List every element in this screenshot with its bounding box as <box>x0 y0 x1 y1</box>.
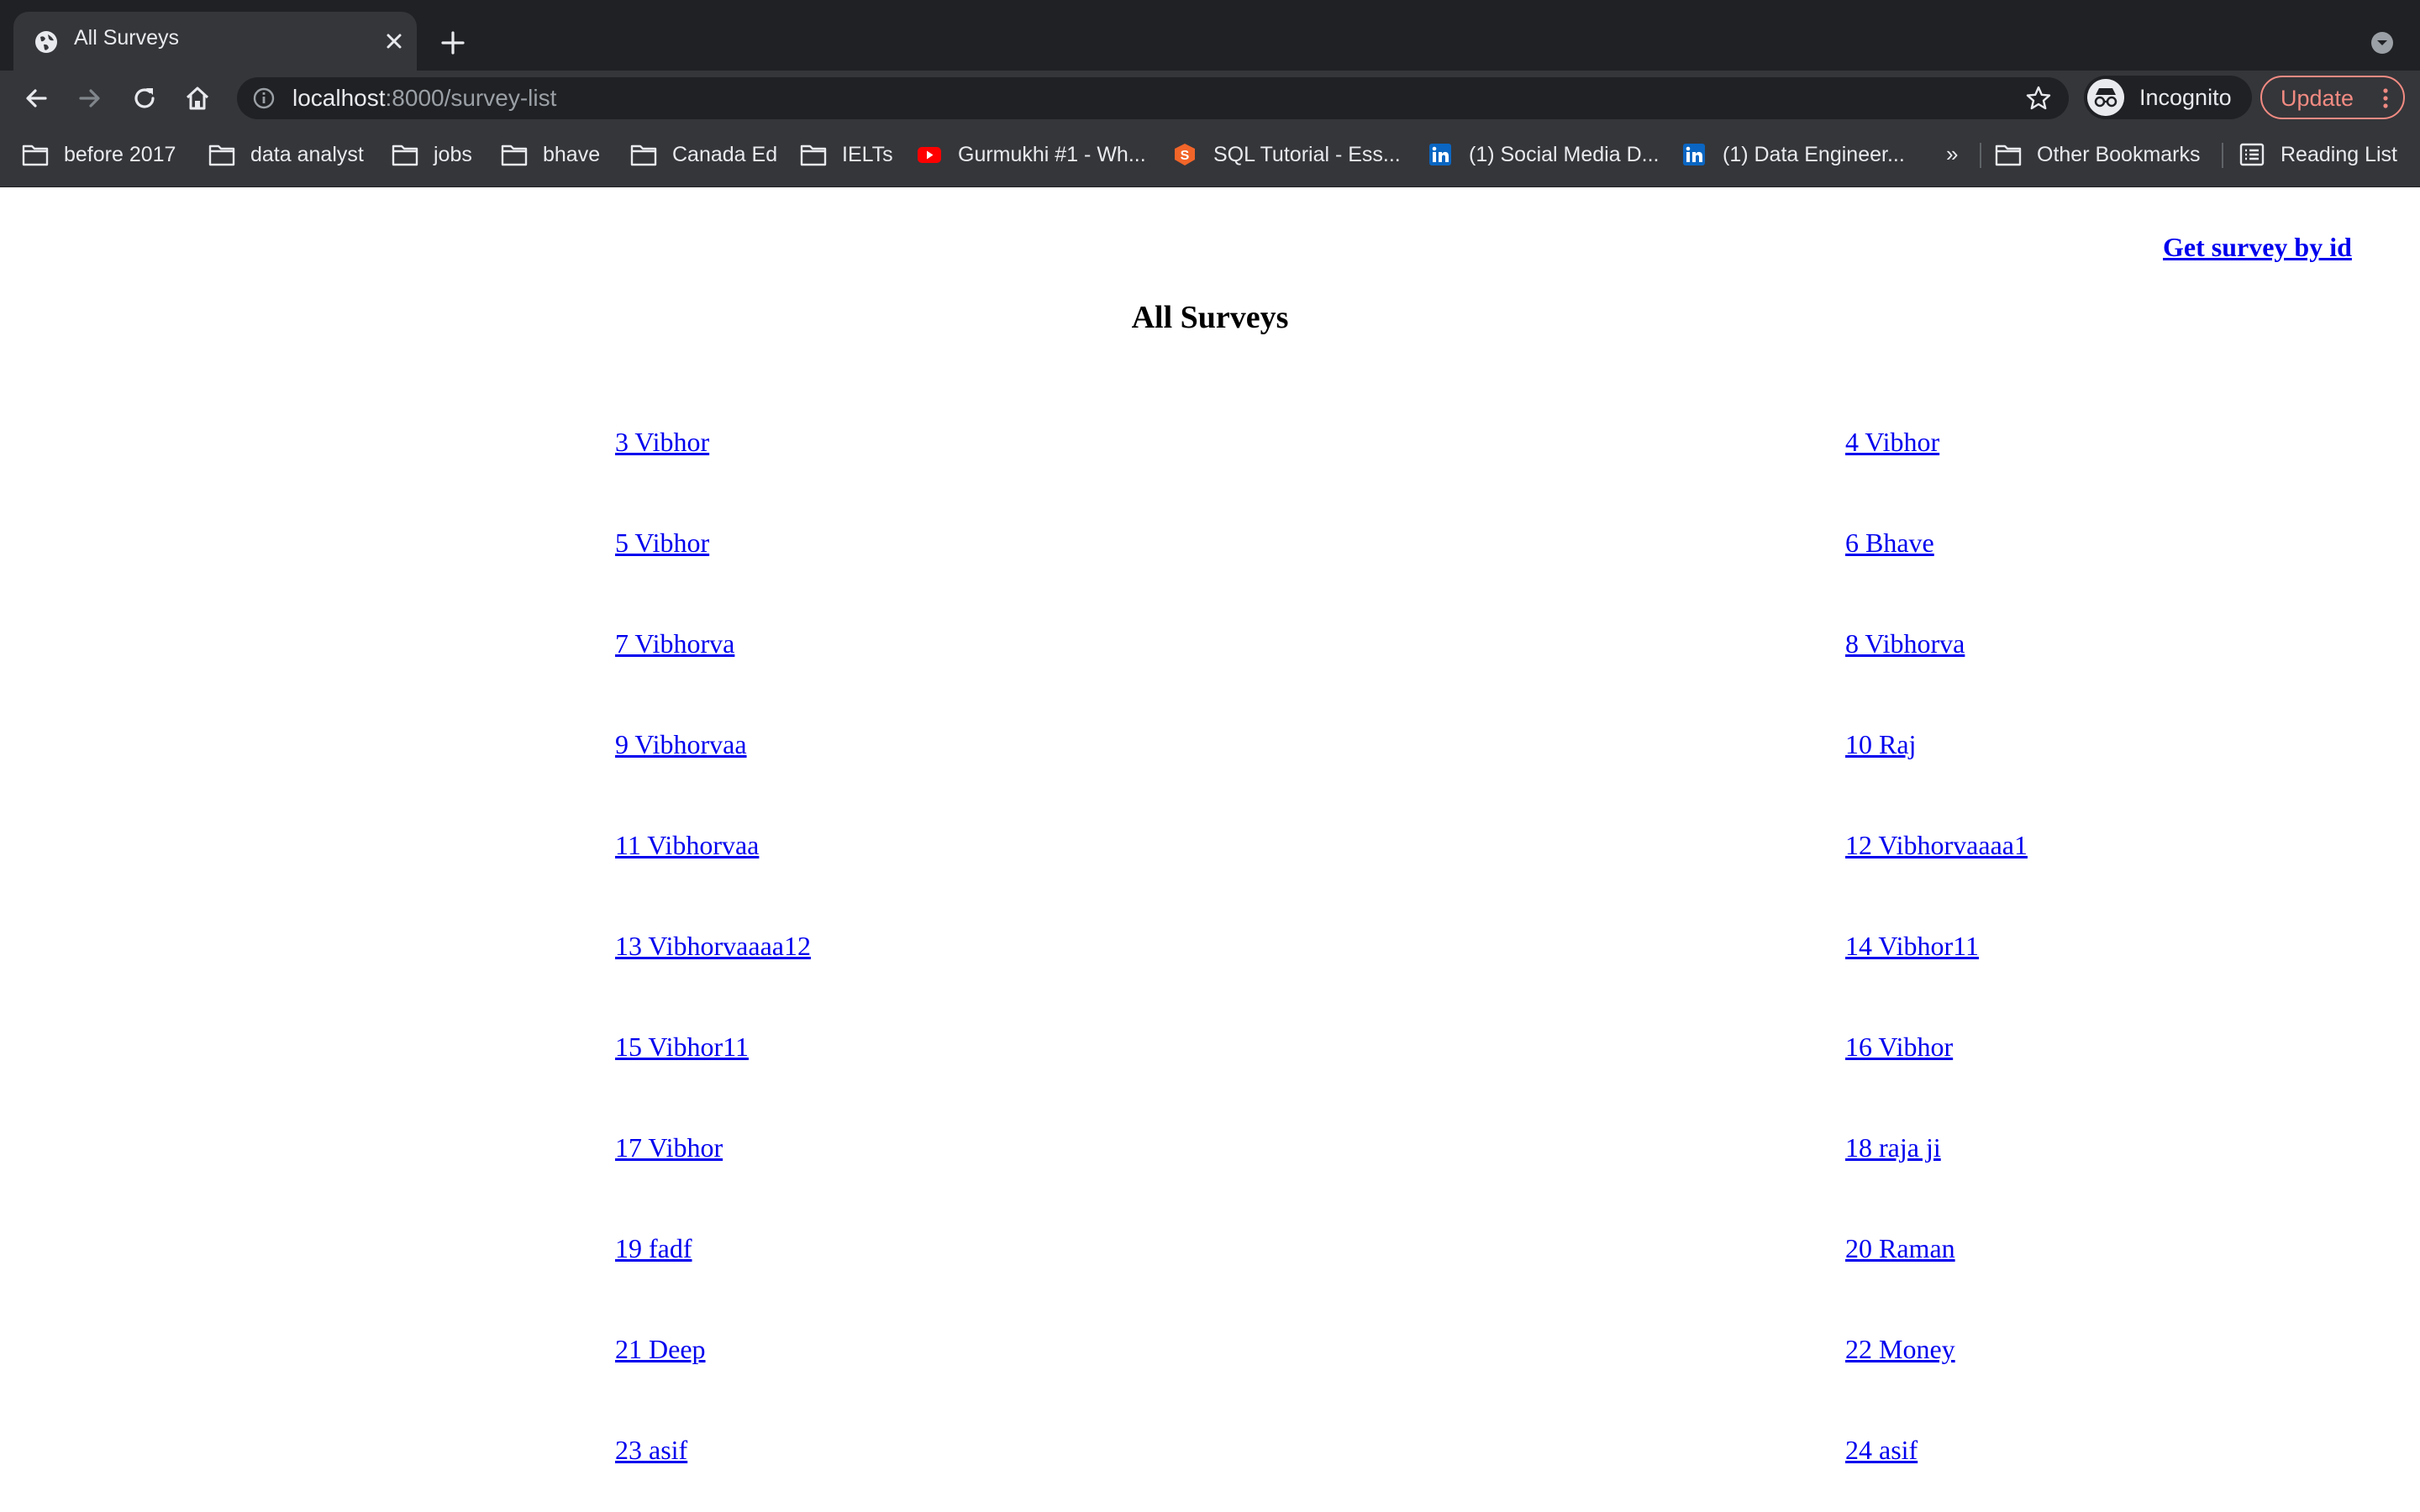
survey-link[interactable]: 15 Vibhor11 <box>615 1032 749 1063</box>
linkedin-icon <box>1429 144 1451 165</box>
tab-title: All Surveys <box>74 26 180 50</box>
home-icon[interactable] <box>183 84 212 113</box>
tab-strip: All Surveys <box>0 0 2420 71</box>
incognito-icon <box>2087 79 2124 116</box>
get-survey-by-id-link[interactable]: Get survey by id <box>2163 232 2352 263</box>
folder-icon <box>1995 144 2022 166</box>
folder-icon <box>630 144 657 166</box>
forward-icon[interactable] <box>76 84 104 113</box>
bookmark-star-icon[interactable] <box>2025 85 2052 112</box>
survey-link[interactable]: 14 Vibhor11 <box>1845 931 1979 962</box>
survey-link[interactable]: 12 Vibhorvaaaa1 <box>1845 830 2028 861</box>
survey-link[interactable]: 19 fadf <box>615 1233 692 1264</box>
tab-all-surveys[interactable]: All Surveys <box>13 12 417 71</box>
update-button[interactable]: Update <box>2260 76 2405 119</box>
linkedin-icon <box>1683 144 1705 165</box>
survey-link[interactable]: 9 Vibhorvaa <box>615 729 747 760</box>
survey-link[interactable]: 11 Vibhorvaa <box>615 830 759 861</box>
bookmarks-divider <box>2222 143 2223 168</box>
reload-icon[interactable] <box>130 84 159 113</box>
url-path: :8000/survey-list <box>385 85 557 111</box>
survey-link[interactable]: 18 raja ji <box>1845 1132 1941 1163</box>
globe-icon <box>35 31 57 53</box>
incognito-indicator[interactable]: Incognito <box>2084 76 2252 119</box>
survey-link[interactable]: 5 Vibhor <box>615 528 709 559</box>
bookmarks-divider <box>1980 143 1981 168</box>
survey-link[interactable]: 24 asif <box>1845 1435 1918 1466</box>
survey-link[interactable]: 16 Vibhor <box>1845 1032 1953 1063</box>
toolbar: localhost:8000/survey-list Incognito Upd… <box>0 71 2420 124</box>
survey-link[interactable]: 8 Vibhorva <box>1845 628 1965 659</box>
close-tab-icon[interactable] <box>381 29 407 54</box>
survey-link[interactable]: 13 Vibhorvaaaa12 <box>615 931 811 962</box>
page-title: All Surveys <box>1131 300 1289 335</box>
url-text: localhost:8000/survey-list <box>292 85 557 111</box>
survey-link[interactable]: 23 asif <box>615 1435 687 1466</box>
survey-link[interactable]: 17 Vibhor <box>615 1132 723 1163</box>
site-info-icon[interactable] <box>252 87 276 110</box>
survey-link[interactable]: 4 Vibhor <box>1845 427 1939 458</box>
address-bar[interactable]: localhost:8000/survey-list <box>237 77 2069 119</box>
survey-link[interactable]: 7 Vibhorva <box>615 628 734 659</box>
svg-text:S: S <box>1181 149 1190 163</box>
page-content: Get survey by id All Surveys 3 Vibhor 4 V… <box>0 186 2420 1512</box>
survey-link[interactable]: 10 Raj <box>1845 729 1916 760</box>
folder-icon <box>501 144 528 166</box>
folder-icon <box>392 144 418 166</box>
sql-icon: S <box>1175 144 1195 165</box>
folder-icon <box>800 144 827 166</box>
survey-link[interactable]: 21 Deep <box>615 1334 706 1365</box>
incognito-label: Incognito <box>2139 85 2232 110</box>
tab-search-icon[interactable] <box>2370 30 2395 55</box>
bookmarks-bar: before 2017 data analyst jobs bhave Cana… <box>0 124 2420 187</box>
survey-link[interactable]: 3 Vibhor <box>615 427 709 458</box>
folder-icon <box>208 144 235 166</box>
survey-link[interactable]: 20 Raman <box>1845 1233 1955 1264</box>
survey-link[interactable]: 6 Bhave <box>1845 528 1934 559</box>
new-tab-icon[interactable] <box>439 29 467 57</box>
update-label: Update <box>2281 86 2354 111</box>
youtube-icon <box>918 147 941 163</box>
kebab-menu-icon[interactable] <box>2380 87 2391 109</box>
folder-icon <box>22 144 49 166</box>
reading-list-icon <box>2239 143 2265 166</box>
back-icon[interactable] <box>22 84 50 113</box>
bookmarks-overflow-button[interactable]: » <box>1946 141 1958 173</box>
survey-link[interactable]: 22 Money <box>1845 1334 1955 1365</box>
